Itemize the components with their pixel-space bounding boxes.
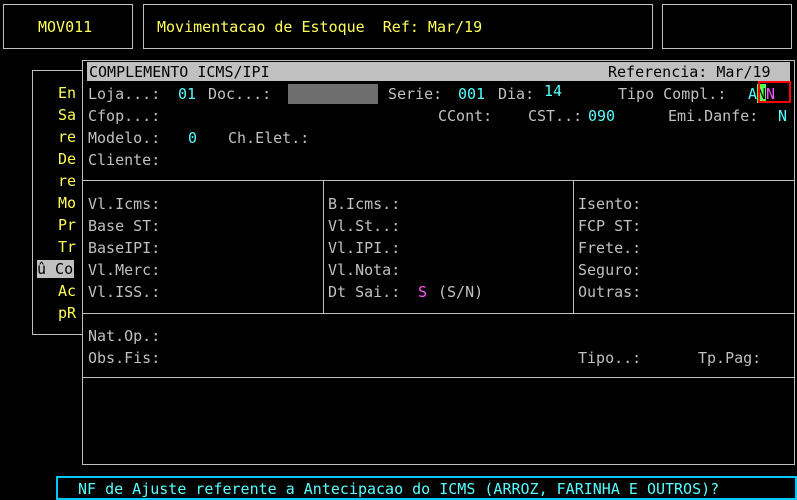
vl-nota-label: Vl.Nota: — [328, 261, 401, 279]
fcp-st-label: FCP ST: — [578, 217, 642, 235]
section-bottom-divider — [83, 313, 794, 314]
ch-elet-label: Ch.Elet.: — [228, 129, 310, 147]
dialog-title: COMPLEMENTO ICMS/IPI — [89, 63, 270, 81]
vl-icms-label: Vl.Icms: — [88, 195, 161, 213]
dt-sai-hint: (S/N) — [438, 283, 484, 301]
section-top-divider — [83, 180, 794, 181]
side-menu-item[interactable]: pR — [58, 304, 76, 322]
serie-field[interactable]: 001 — [458, 85, 485, 103]
tipo-label: Tipo..: — [578, 349, 642, 367]
serie-label: Serie: — [388, 85, 443, 103]
emi-danfe-field[interactable]: N — [778, 107, 787, 125]
side-menu-item[interactable]: re — [58, 128, 76, 146]
tipo-compl-label: Tipo Compl.: — [618, 85, 727, 103]
loja-label: Loja...: — [88, 85, 161, 103]
reference-label: Referencia: Mar/19 — [608, 63, 771, 81]
obs-fis-label: Obs.Fis: — [88, 349, 161, 367]
dia-field[interactable]: 14 — [544, 82, 562, 100]
cst-field[interactable]: 090 — [588, 107, 615, 125]
side-menu-item[interactable]: Mo — [58, 194, 76, 212]
outras-label: Outras: — [578, 283, 642, 301]
doc-field[interactable] — [288, 84, 378, 104]
side-menu-item[interactable]: Tr — [58, 238, 76, 256]
side-menu-item[interactable]: re — [58, 172, 76, 190]
vl-st-label: Vl.St..: — [328, 217, 401, 235]
side-menu-item-selected[interactable]: û Co — [37, 260, 75, 278]
header-right-box — [662, 4, 792, 49]
dt-sai-label: Dt Sai.: — [328, 283, 401, 301]
dia-label: Dia: — [498, 85, 535, 103]
modelo-label: Modelo.: — [88, 129, 161, 147]
lower-divider — [83, 377, 794, 378]
side-menu-item[interactable]: Ac — [58, 282, 76, 300]
program-code: MOV011 — [38, 18, 93, 36]
side-menu-item[interactable]: En — [58, 84, 76, 102]
base-st-label: Base ST: — [88, 217, 161, 235]
cst-label: CST..: — [528, 107, 583, 125]
side-menu-item[interactable]: Pr — [58, 216, 76, 234]
ccont-label: CCont: — [438, 107, 493, 125]
nat-op-label: Nat.Op.: — [88, 327, 161, 345]
vl-iss-label: Vl.ISS.: — [88, 283, 161, 301]
tipo-compl-focus-box — [758, 81, 791, 103]
dt-sai-field[interactable]: S — [418, 283, 427, 301]
emi-danfe-label: Emi.Danfe: — [668, 107, 759, 125]
side-menu-item[interactable]: Sa — [58, 106, 76, 124]
cfop-label: Cfop...: — [88, 107, 161, 125]
frete-label: Frete.: — [578, 239, 642, 257]
isento-label: Isento: — [578, 195, 642, 213]
side-menu-item[interactable]: De — [58, 150, 76, 168]
vl-ipi-label: Vl.IPI.: — [328, 239, 401, 257]
b-icms-label: B.Icms.: — [328, 195, 401, 213]
tipo-compl-value-a[interactable]: A — [748, 85, 757, 103]
status-message: NF de Ajuste referente a Antecipacao do … — [78, 480, 720, 498]
base-ipi-label: BaseIPI: — [88, 239, 161, 257]
tp-pag-label: Tp.Pag: — [698, 349, 762, 367]
doc-label: Doc...: — [208, 85, 272, 103]
vl-merc-label: Vl.Merc: — [88, 261, 161, 279]
seguro-label: Seguro: — [578, 261, 642, 279]
cliente-label: Cliente: — [88, 151, 161, 169]
column-divider-2 — [573, 180, 574, 313]
loja-field[interactable]: 01 — [178, 85, 196, 103]
header-title: Movimentacao de Estoque Ref: Mar/19 — [157, 18, 483, 36]
column-divider-1 — [323, 180, 324, 313]
modelo-field[interactable]: 0 — [188, 129, 197, 147]
